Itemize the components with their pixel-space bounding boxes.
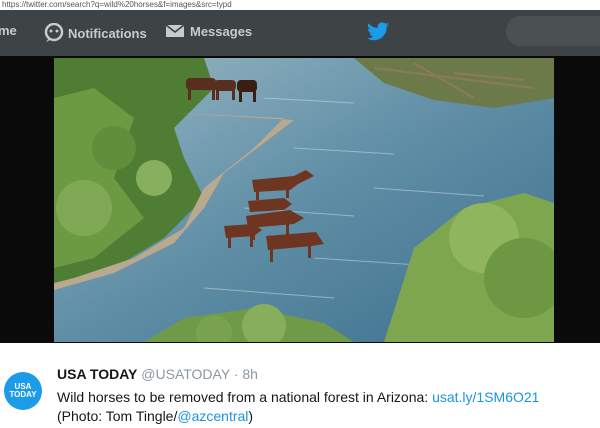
nav-home[interactable]: me bbox=[0, 23, 17, 38]
header-separator: · bbox=[229, 366, 243, 382]
tweet-photo[interactable] bbox=[54, 58, 554, 342]
author-handle[interactable]: @USATODAY bbox=[141, 366, 230, 382]
twitter-bird-icon[interactable] bbox=[366, 22, 390, 42]
nav-notifications[interactable]: Notifications bbox=[42, 23, 147, 43]
notifications-icon bbox=[44, 23, 64, 42]
photo-credit-mention[interactable]: @azcentral bbox=[177, 408, 248, 424]
search-field[interactable] bbox=[506, 16, 600, 46]
avatar[interactable]: USA TODAY bbox=[4, 372, 42, 410]
photo-credit-prefix: (Photo: Tom Tingle/ bbox=[57, 408, 178, 424]
nav-messages-label: Messages bbox=[190, 23, 253, 39]
tweet-text: Wild horses to be removed from a nationa… bbox=[57, 388, 597, 426]
tweet-link[interactable]: usat.ly/1SM6O21 bbox=[432, 389, 539, 405]
envelope-icon bbox=[165, 24, 185, 37]
avatar-text-line2: TODAY bbox=[9, 390, 37, 399]
browser-url[interactable]: https://twitter.com/search?q=wild%20hors… bbox=[0, 0, 600, 10]
photo-credit-suffix: ) bbox=[248, 408, 254, 424]
tweet-header: USA TODAY @USATODAY · 8h bbox=[57, 366, 258, 382]
nav-notifications-label: Notifications bbox=[68, 25, 147, 41]
tweet-card[interactable]: USA TODAY USA TODAY @USATODAY · 8h Wild … bbox=[0, 343, 600, 428]
wild-horses-river-image bbox=[54, 58, 554, 342]
author-name[interactable]: USA TODAY bbox=[57, 366, 137, 382]
nav-messages[interactable]: Messages bbox=[165, 23, 252, 39]
top-navigation-bar: me Notifications Messages bbox=[0, 10, 600, 56]
tweet-timestamp[interactable]: 8h bbox=[242, 366, 258, 382]
tweet-text-main: Wild horses to be removed from a nationa… bbox=[57, 389, 433, 405]
